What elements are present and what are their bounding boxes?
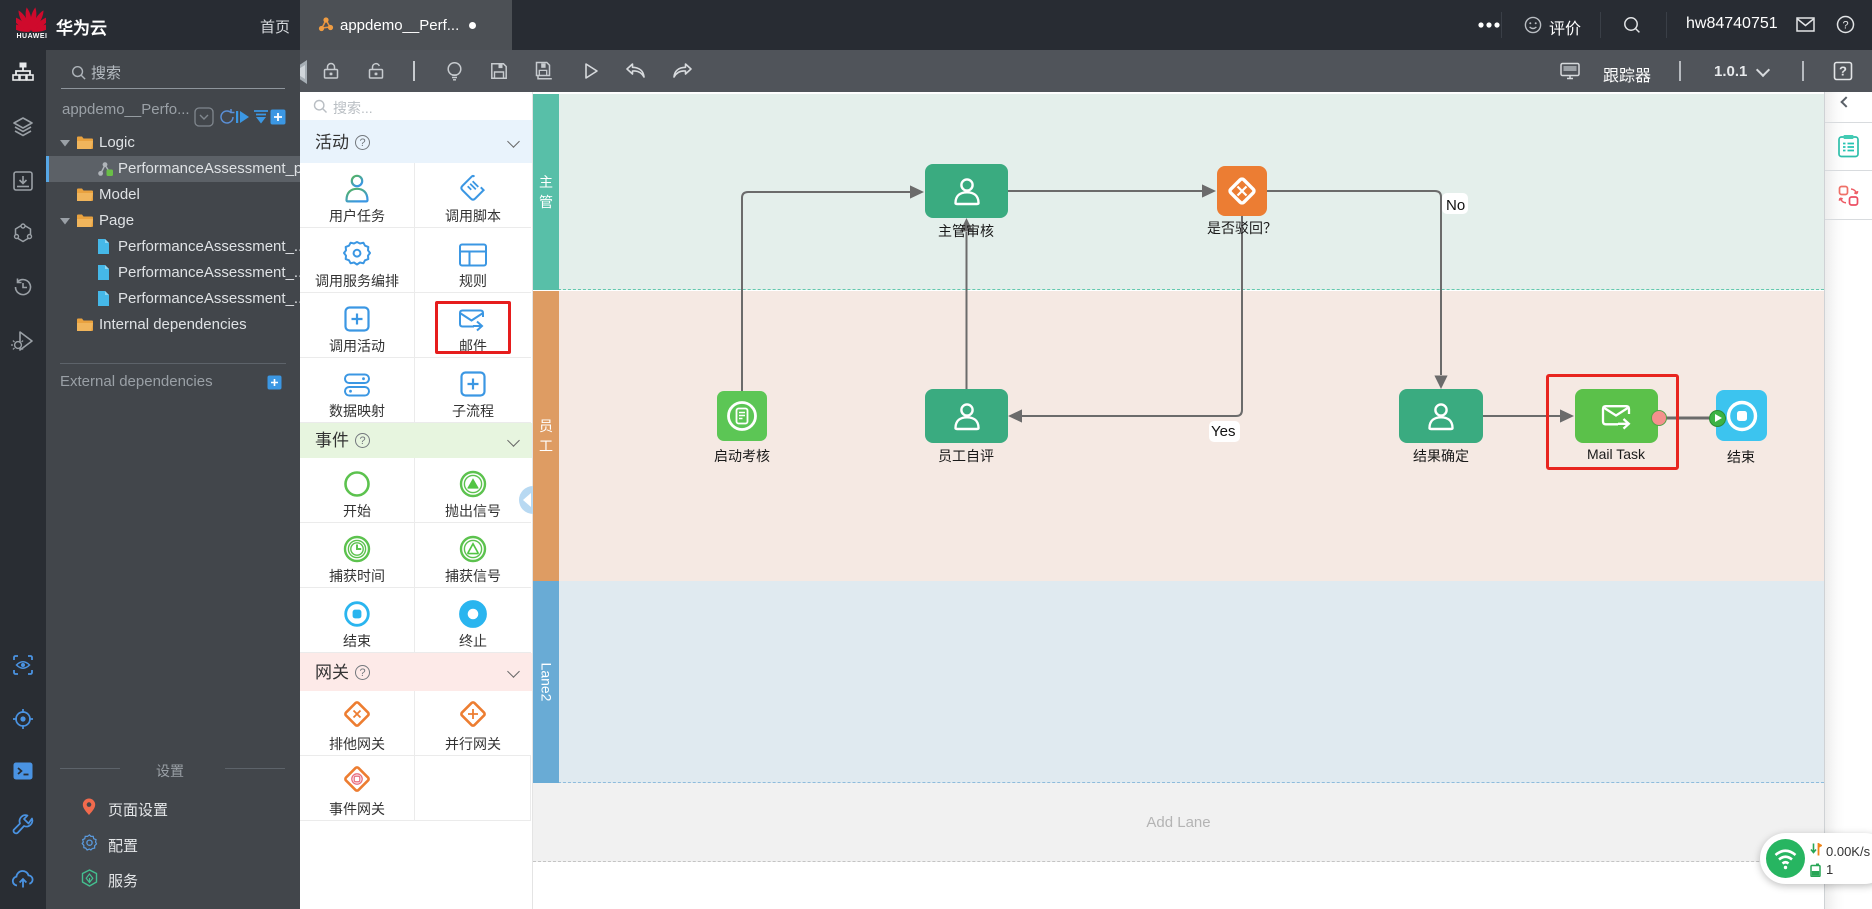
svg-text:Yes: Yes [1211,423,1235,440]
svg-text:?: ? [1839,64,1847,79]
svg-text:?: ? [1842,20,1848,32]
svg-text:No: No [1446,197,1465,214]
